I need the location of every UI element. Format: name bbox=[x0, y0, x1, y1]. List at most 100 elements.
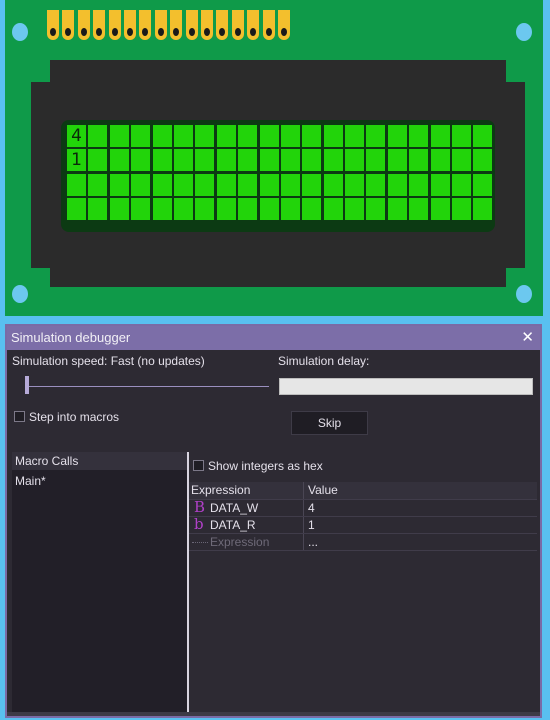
simulation-delay-label: Simulation delay: bbox=[278, 354, 370, 368]
lcd-cell bbox=[473, 125, 493, 147]
new-expression-value[interactable]: ... bbox=[308, 534, 318, 550]
watch-panel: Show integers as hex Expression Value B … bbox=[189, 452, 538, 714]
lcd-cell bbox=[452, 149, 472, 172]
lcd-cell bbox=[345, 149, 365, 172]
show-integers-hex-checkbox[interactable] bbox=[193, 460, 204, 471]
column-value-header[interactable]: Value bbox=[308, 482, 338, 499]
lcd-cell bbox=[88, 197, 108, 220]
lcd-cell bbox=[430, 125, 450, 147]
step-into-macros-checkbox[interactable] bbox=[14, 411, 25, 422]
lcd-cell bbox=[131, 173, 151, 196]
lcd-cell bbox=[302, 125, 322, 147]
variable-value[interactable]: 1 bbox=[308, 517, 315, 533]
header-pin bbox=[93, 10, 106, 40]
header-pin bbox=[139, 10, 152, 40]
step-into-macros-label[interactable]: Step into macros bbox=[29, 410, 119, 424]
header-pin bbox=[278, 10, 290, 40]
lcd-board: 41 bbox=[5, 0, 543, 316]
lcd-cell bbox=[366, 197, 386, 220]
lcd-cell bbox=[109, 125, 129, 147]
lcd-cell bbox=[345, 125, 365, 147]
lcd-cell bbox=[302, 149, 322, 172]
lcd-cell bbox=[345, 173, 365, 196]
lcd-cell bbox=[259, 125, 279, 147]
lcd-cell bbox=[195, 197, 215, 220]
dotted-line-icon bbox=[192, 542, 208, 543]
variable-name: DATA_W bbox=[210, 501, 259, 515]
macro-calls-header: Macro Calls bbox=[12, 452, 187, 470]
simulation-speed-label: Simulation speed: Fast (no updates) bbox=[12, 354, 205, 368]
lcd-cell bbox=[152, 125, 172, 147]
lcd-cell bbox=[67, 173, 86, 196]
lcd-cell bbox=[195, 149, 215, 172]
watch-table-header: Expression Value bbox=[189, 482, 537, 500]
new-expression-row[interactable]: Expression ... bbox=[189, 534, 537, 551]
header-pin bbox=[185, 10, 198, 40]
header-pin bbox=[216, 10, 229, 40]
lcd-cell bbox=[109, 149, 129, 172]
lcd-cell bbox=[387, 197, 407, 220]
macro-calls-panel: Macro Calls Main* bbox=[12, 452, 189, 714]
header-pin bbox=[201, 10, 213, 40]
lcd-character-grid: 41 bbox=[67, 125, 493, 220]
lcd-screen: 41 bbox=[61, 120, 495, 232]
header-pin bbox=[262, 10, 275, 40]
lcd-cell bbox=[173, 149, 193, 172]
lcd-cell bbox=[387, 125, 407, 147]
header-pin bbox=[124, 10, 136, 40]
table-row[interactable]: b DATA_R 1 bbox=[189, 515, 537, 534]
lcd-cell bbox=[280, 173, 300, 196]
window-titlebar[interactable]: Simulation debugger ✕ bbox=[7, 326, 540, 350]
header-pin bbox=[47, 10, 59, 40]
lcd-cell bbox=[109, 197, 129, 220]
show-integers-hex-label[interactable]: Show integers as hex bbox=[208, 459, 323, 473]
header-pin bbox=[247, 10, 260, 40]
lcd-cell bbox=[280, 125, 300, 147]
lcd-cell bbox=[387, 149, 407, 172]
lcd-cell bbox=[131, 197, 151, 220]
header-pin bbox=[77, 10, 90, 40]
expression-placeholder[interactable]: Expression bbox=[210, 534, 269, 550]
byte-read-icon: b bbox=[194, 515, 204, 533]
window-title: Simulation debugger bbox=[11, 330, 131, 345]
macro-call-item[interactable]: Main* bbox=[15, 474, 46, 488]
lcd-cell bbox=[259, 197, 279, 220]
lcd-cell bbox=[323, 149, 343, 172]
lcd-cell bbox=[366, 125, 386, 147]
lcd-cell bbox=[430, 173, 450, 196]
lcd-cell bbox=[259, 173, 279, 196]
lcd-cell bbox=[195, 173, 215, 196]
skip-button[interactable]: Skip bbox=[291, 411, 368, 435]
lcd-cell bbox=[409, 149, 429, 172]
lcd-cell bbox=[323, 197, 343, 220]
slider-thumb[interactable] bbox=[25, 376, 29, 394]
close-icon[interactable]: ✕ bbox=[521, 328, 534, 346]
variable-value[interactable]: 4 bbox=[308, 500, 315, 516]
lcd-cell bbox=[152, 197, 172, 220]
header-pin bbox=[62, 10, 75, 40]
lcd-cell bbox=[216, 173, 236, 196]
lcd-cell bbox=[173, 125, 193, 147]
lcd-cell bbox=[152, 149, 172, 172]
lcd-cell bbox=[409, 173, 429, 196]
lcd-cell bbox=[323, 173, 343, 196]
lcd-cell: 1 bbox=[67, 149, 86, 172]
simulation-speed-slider[interactable] bbox=[25, 386, 269, 387]
lcd-cell bbox=[238, 173, 258, 196]
lcd-cell bbox=[345, 197, 365, 220]
lcd-cell bbox=[280, 149, 300, 172]
simulation-delay-field[interactable] bbox=[279, 378, 533, 395]
lcd-cell bbox=[173, 173, 193, 196]
lcd-cell bbox=[131, 149, 151, 172]
lcd-cell bbox=[238, 149, 258, 172]
lcd-cell bbox=[152, 173, 172, 196]
lcd-cell bbox=[366, 173, 386, 196]
column-expression-header[interactable]: Expression bbox=[189, 482, 304, 499]
lcd-cell bbox=[88, 173, 108, 196]
lcd-cell bbox=[216, 197, 236, 220]
lcd-cell bbox=[323, 125, 343, 147]
table-row[interactable]: B DATA_W 4 bbox=[189, 499, 537, 517]
window-bottom-edge bbox=[7, 712, 540, 716]
lcd-cell bbox=[173, 197, 193, 220]
lcd-cell bbox=[452, 125, 472, 147]
